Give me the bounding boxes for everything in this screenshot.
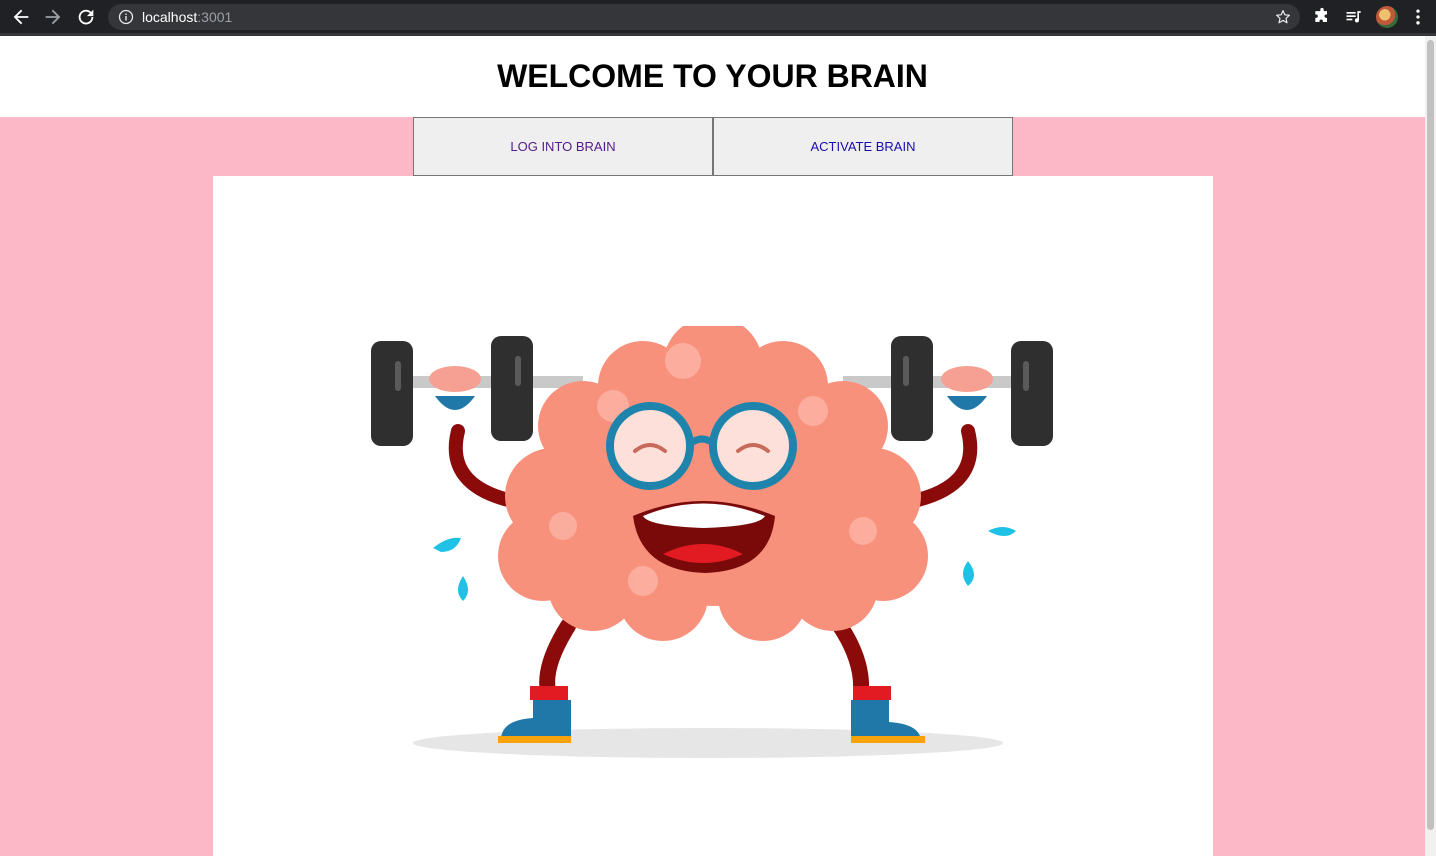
page-title: WELCOME TO YOUR BRAIN xyxy=(497,58,928,94)
activate-brain-button[interactable]: ACTIVATE BRAIN xyxy=(713,117,1013,176)
bookmark-star-icon[interactable] xyxy=(1274,8,1292,26)
image-card xyxy=(213,176,1213,856)
more-menu-icon[interactable] xyxy=(1408,7,1428,27)
forward-arrow-icon[interactable] xyxy=(42,6,64,28)
address-bar[interactable]: localhost:3001 xyxy=(108,4,1300,30)
site-info-icon[interactable] xyxy=(118,9,134,25)
reload-icon[interactable] xyxy=(75,6,97,28)
back-arrow-icon[interactable] xyxy=(10,6,32,28)
browser-toolbar: localhost:3001 xyxy=(0,0,1436,36)
page-header: WELCOME TO YOUR BRAIN xyxy=(0,36,1425,117)
vertical-scrollbar[interactable] xyxy=(1425,36,1436,856)
log-into-brain-button[interactable]: LOG INTO BRAIN xyxy=(413,117,713,176)
media-queue-icon[interactable] xyxy=(1344,7,1364,27)
extensions-puzzle-icon[interactable] xyxy=(1312,7,1332,27)
profile-avatar[interactable] xyxy=(1376,6,1398,28)
page-content: WELCOME TO YOUR BRAIN LOG INTO BRAIN ACT… xyxy=(0,36,1425,856)
url-text: localhost:3001 xyxy=(142,9,233,25)
scrollbar-thumb[interactable] xyxy=(1427,40,1434,830)
brain-lifting-dumbbells-illustration xyxy=(371,326,1053,758)
